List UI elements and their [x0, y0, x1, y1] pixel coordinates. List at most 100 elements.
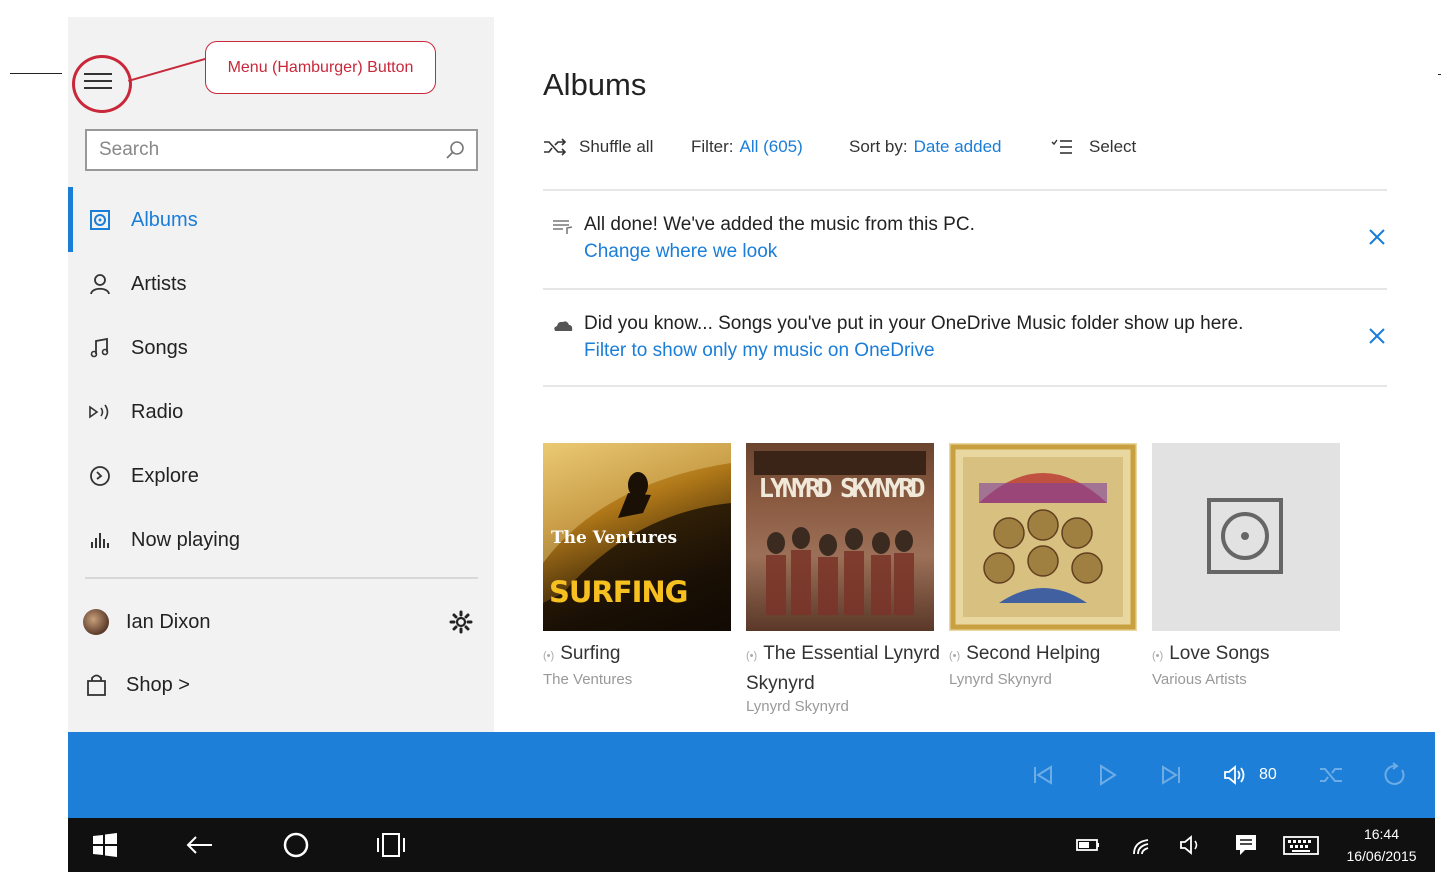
radio-icon — [89, 404, 109, 420]
album-artist: Lynyrd Skynyrd — [949, 671, 1052, 688]
close-icon[interactable] — [1366, 325, 1388, 347]
wifi-icon[interactable] — [1128, 830, 1158, 860]
battery-icon[interactable] — [1073, 830, 1103, 860]
compass-icon — [90, 466, 110, 486]
music-note-icon — [90, 337, 109, 358]
album-art[interactable] — [1152, 443, 1340, 631]
system-clock[interactable]: 16:44 16/06/2015 — [1334, 823, 1429, 867]
sidebar-item-label: Albums — [131, 208, 198, 231]
sidebar-item-songs[interactable]: Songs — [68, 318, 494, 378]
avatar — [83, 609, 109, 635]
select-list-icon — [1051, 139, 1072, 154]
sidebar-item-label: Songs — [131, 336, 188, 359]
volume-level: 80 — [1259, 766, 1277, 783]
shuffle-all-button[interactable]: Shuffle all — [543, 137, 653, 157]
gear-icon[interactable] — [449, 610, 473, 634]
change-where-we-look-link[interactable]: Change where we look — [584, 241, 777, 263]
album-tile[interactable]: (•) Love Songs Various Artists — [1152, 443, 1340, 688]
filter-dropdown[interactable]: Filter: All (605) — [691, 137, 803, 157]
sidebar-item-artists[interactable]: Artists — [68, 254, 494, 314]
album-art-title: SURFING — [549, 575, 688, 609]
list-music-icon — [553, 220, 573, 234]
bars-icon — [91, 533, 109, 548]
sidebar-item-label: Artists — [131, 272, 187, 295]
clock-time: 16:44 — [1363, 826, 1400, 842]
next-icon[interactable] — [1158, 762, 1184, 788]
shop-link[interactable]: Shop > — [83, 667, 283, 703]
sidebar-item-label: Now playing — [131, 528, 240, 551]
album-art-subtitle: The Ventures — [551, 528, 678, 548]
filter-onedrive-link[interactable]: Filter to show only my music on OneDrive — [584, 340, 935, 362]
album-artist: Lynyrd Skynyrd — [746, 698, 849, 715]
sidebar-item-label: Explore — [131, 464, 199, 487]
sort-value: Date added — [913, 137, 1002, 156]
album-tile[interactable]: LYNYRD SKYNYRD (•) The Essential Lynyrd S… — [746, 443, 940, 715]
search-input[interactable] — [87, 139, 427, 161]
sort-dropdown[interactable]: Sort by: Date added — [849, 137, 1002, 157]
repeat-icon[interactable] — [1382, 762, 1408, 788]
divider — [543, 189, 1387, 191]
back-arrow-icon[interactable] — [184, 830, 214, 860]
album-art[interactable]: The Ventures SURFING — [543, 443, 731, 631]
search-circle-icon[interactable] — [281, 830, 311, 860]
select-button[interactable]: Select — [1051, 137, 1136, 157]
notification-text: Did you know... Songs you've put in your… — [584, 313, 1244, 334]
taskbar: 16:44 16/06/2015 — [68, 818, 1435, 872]
annotation-leader-line — [10, 73, 62, 74]
player-bar: 80 — [68, 732, 1435, 818]
play-icon[interactable] — [1094, 762, 1120, 788]
search-box[interactable] — [85, 129, 478, 171]
sidebar-item-now-playing[interactable]: Now playing — [68, 510, 494, 570]
shuffle-label: Shuffle all — [579, 137, 654, 156]
album-title: (•) Love Songs — [1152, 643, 1270, 664]
album-artist: Various Artists — [1152, 671, 1247, 688]
filter-value: All (605) — [739, 137, 803, 156]
volume-control[interactable]: 80 — [1223, 762, 1277, 788]
album-title: (•) The Essential Lynyrd Skynyrd — [746, 643, 940, 694]
album-illustration — [950, 444, 1136, 630]
album-title: (•) Surfing — [543, 643, 621, 664]
search-icon[interactable] — [444, 139, 466, 161]
annotation-circle — [72, 55, 132, 113]
annotation-callout: Menu (Hamburger) Button — [205, 41, 436, 94]
user-name: Ian Dixon — [126, 610, 211, 633]
shop-label: Shop > — [126, 673, 190, 696]
select-label: Select — [1089, 137, 1137, 156]
sidebar-divider — [85, 577, 478, 579]
sidebar-item-radio[interactable]: Radio — [68, 382, 494, 442]
notification-music-added: All done! We've added the music from thi… — [552, 214, 1388, 274]
shopping-bag-icon — [87, 674, 106, 696]
close-icon[interactable] — [1366, 226, 1388, 248]
user-account[interactable]: Ian Dixon — [83, 602, 478, 642]
sidebar-item-albums[interactable]: Albums — [68, 190, 494, 250]
band-photo — [766, 527, 914, 615]
speaker-icon[interactable] — [1176, 830, 1206, 860]
album-art[interactable]: LYNYRD SKYNYRD — [746, 443, 934, 631]
sidebar-item-explore[interactable]: Explore — [68, 446, 494, 506]
divider — [543, 288, 1387, 290]
album-tile[interactable]: The Ventures SURFING (•) Surfing The Vent… — [543, 443, 731, 688]
shuffle-icon[interactable] — [1318, 762, 1344, 788]
task-view-icon[interactable] — [376, 830, 406, 860]
album-icon — [90, 210, 110, 230]
album-title: (•) Second Helping — [949, 643, 1101, 664]
clock-date: 16/06/2015 — [1346, 848, 1417, 864]
shuffle-icon — [544, 138, 567, 156]
album-tile[interactable]: (•) Second Helping Lynyrd Skynyrd — [949, 443, 1137, 688]
keyboard-icon[interactable] — [1282, 830, 1320, 860]
cloud-icon — [554, 321, 573, 331]
sidebar-item-label: Radio — [131, 400, 184, 423]
divider — [543, 385, 1387, 387]
filter-label: Filter: — [691, 137, 734, 156]
album-art[interactable] — [949, 443, 1137, 631]
album-artist: The Ventures — [543, 671, 633, 688]
volume-icon — [1224, 765, 1245, 785]
sort-label: Sort by: — [849, 137, 908, 156]
album-placeholder-icon — [1207, 498, 1283, 574]
notification-onedrive: Did you know... Songs you've put in your… — [552, 313, 1388, 373]
notification-text: All done! We've added the music from thi… — [584, 214, 975, 235]
action-center-icon[interactable] — [1231, 830, 1261, 860]
previous-icon[interactable] — [1030, 762, 1056, 788]
page-title: Albums — [543, 67, 647, 102]
windows-start-icon[interactable] — [90, 830, 120, 860]
